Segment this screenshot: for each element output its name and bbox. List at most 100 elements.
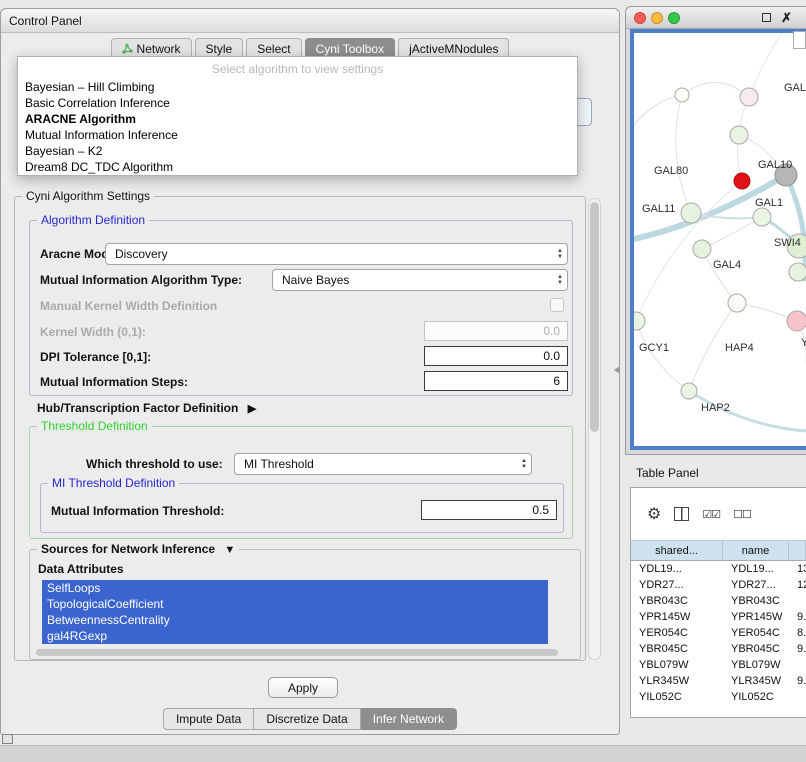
table-cell: YDR27... xyxy=(723,579,789,591)
network-node[interactable] xyxy=(740,88,758,106)
table-row[interactable]: YBR043CYBR043C xyxy=(631,593,806,609)
network-node[interactable] xyxy=(734,173,750,189)
network-node[interactable] xyxy=(634,312,645,330)
minimized-window-icon[interactable] xyxy=(2,734,13,744)
cyni-settings-group: Cyni Algorithm Settings Algorithm Defini… xyxy=(14,196,586,661)
threshold-definition-title: Threshold Definition xyxy=(37,419,152,433)
float-window-icon[interactable] xyxy=(762,13,771,22)
which-threshold-value: MI Threshold xyxy=(244,457,314,471)
table-row[interactable]: YIL052CYIL052C xyxy=(631,689,806,705)
table-row[interactable]: YBL079WYBL079W xyxy=(631,657,806,673)
bottom-tab-impute-data[interactable]: Impute Data xyxy=(163,708,254,730)
bottom-tab-infer-network[interactable]: Infer Network xyxy=(361,708,457,730)
network-node[interactable] xyxy=(787,311,806,331)
apply-button[interactable]: Apply xyxy=(268,677,338,698)
attribute-item[interactable]: BetweennessCentrality xyxy=(42,612,548,628)
mi-threshold-group: MI Threshold Definition Mutual Informati… xyxy=(40,483,564,533)
attribute-item[interactable]: TopologicalCoefficient xyxy=(42,596,548,612)
column-header[interactable]: shared... xyxy=(631,541,723,560)
manual-kernel-checkbox[interactable] xyxy=(550,298,564,312)
mi-threshold-field[interactable]: 0.5 xyxy=(421,500,557,520)
network-node[interactable] xyxy=(675,88,689,102)
column-header[interactable]: name xyxy=(723,541,789,560)
dpi-tolerance-field[interactable]: 0.0 xyxy=(424,346,568,366)
close-window-icon[interactable]: ✗ xyxy=(781,12,792,24)
network-edge[interactable] xyxy=(636,321,689,391)
combo-stepper-icon xyxy=(557,248,563,260)
network-edge[interactable] xyxy=(676,95,691,213)
aracne-mode-combo[interactable]: Discovery xyxy=(105,243,568,265)
attribute-item[interactable]: SelfLoops xyxy=(42,580,548,596)
table-row[interactable]: YBR045CYBR045C9. xyxy=(631,641,806,657)
algorithm-option[interactable]: Mutual Information Inference xyxy=(18,127,577,143)
deselect-all-rows-icon[interactable]: ☐☐ xyxy=(733,508,751,521)
table-cell: 8. xyxy=(789,627,806,639)
table-row[interactable]: YPR145WYPR145W9. xyxy=(631,609,806,625)
table-row[interactable]: YER054CYER054C8. xyxy=(631,625,806,641)
network-node[interactable] xyxy=(693,240,711,258)
network-node[interactable] xyxy=(728,294,746,312)
horizontal-scrollbar[interactable] xyxy=(34,648,578,657)
table-panel-title: Table Panel xyxy=(636,466,699,480)
table-row[interactable]: YDL19...YDL19...13 xyxy=(631,561,806,577)
attribute-item[interactable]: gal4RGexp xyxy=(42,628,548,644)
table-cell: YBR045C xyxy=(723,643,789,655)
table-cell: YER054C xyxy=(631,627,723,639)
table-row[interactable]: YLR345WYLR345W9. xyxy=(631,673,806,689)
table-cell: YIL052C xyxy=(631,691,723,703)
manual-kernel-label: Manual Kernel Width Definition xyxy=(40,299,217,314)
table-cell: YLR345W xyxy=(723,675,789,687)
algorithm-option[interactable]: Dream8 DC_TDC Algorithm xyxy=(18,159,577,175)
control-panel-window: Control Panel NetworkStyleSelectCyni Too… xyxy=(0,8,620,735)
settings-vertical-scrollbar[interactable] xyxy=(588,198,601,660)
table-cell: YBR043C xyxy=(723,595,789,607)
network-node[interactable] xyxy=(789,263,806,281)
network-edge[interactable] xyxy=(634,95,682,125)
table-cell: YBR045C xyxy=(631,643,723,655)
zoom-traffic-light[interactable] xyxy=(668,12,680,24)
which-threshold-combo[interactable]: MI Threshold xyxy=(234,453,532,475)
algorithm-option[interactable]: Bayesian – Hill Climbing xyxy=(18,79,577,95)
hub-section-toggle[interactable]: Hub/Transcription Factor Definition ▶ xyxy=(37,401,256,415)
network-edge[interactable] xyxy=(749,33,782,97)
horizontal-scrollbar-thumb[interactable] xyxy=(36,649,558,656)
close-traffic-light[interactable] xyxy=(634,12,646,24)
network-scroll-corner[interactable] xyxy=(793,31,806,49)
network-node[interactable] xyxy=(681,383,697,399)
network-node[interactable] xyxy=(730,126,748,144)
kernel-width-label: Kernel Width (0,1): xyxy=(40,325,146,340)
status-bar xyxy=(0,745,806,762)
dpi-tolerance-label: DPI Tolerance [0,1]: xyxy=(40,350,151,365)
gear-icon[interactable]: ⚙ xyxy=(647,504,661,524)
bottom-tab-discretize-data[interactable]: Discretize Data xyxy=(254,708,360,730)
settings-scrollbar-thumb[interactable] xyxy=(590,202,599,432)
network-node[interactable] xyxy=(753,208,771,226)
sources-title: Sources for Network Inference xyxy=(41,542,215,556)
network-edge[interactable] xyxy=(682,82,749,97)
algorithm-option[interactable]: ARACNE Algorithm xyxy=(18,111,577,127)
panel-collapse-arrow-icon[interactable] xyxy=(614,366,620,374)
algorithm-option[interactable]: Bayesian – K2 xyxy=(18,143,577,159)
kernel-width-field[interactable]: 0.0 xyxy=(424,321,568,341)
network-node[interactable] xyxy=(681,203,701,223)
mi-type-value: Naive Bayes xyxy=(282,273,349,287)
sources-section-toggle[interactable]: Sources for Network Inference ▼ xyxy=(37,542,239,556)
select-all-rows-icon[interactable]: ☑☑ xyxy=(702,508,720,521)
network-edge[interactable] xyxy=(702,217,762,249)
mi-steps-field[interactable]: 6 xyxy=(424,371,568,391)
algorithm-option[interactable]: Basic Correlation Inference xyxy=(18,95,577,111)
table-cell: YDL19... xyxy=(631,563,723,575)
sources-group: Sources for Network Inference ▼ Data Att… xyxy=(29,549,581,660)
network-edge[interactable] xyxy=(636,181,742,321)
minimize-traffic-light[interactable] xyxy=(651,12,663,24)
mi-type-combo[interactable]: Naive Bayes xyxy=(272,269,568,291)
network-canvas[interactable]: GAL80GAL10GAL11GAL1SWI4GAL4GCY1HAP4HAP2G… xyxy=(634,33,806,446)
mi-steps-label: Mutual Information Steps: xyxy=(40,375,188,390)
expanded-arrow-icon: ▼ xyxy=(224,544,235,556)
columns-icon[interactable] xyxy=(674,507,689,521)
network-edge[interactable] xyxy=(702,249,737,303)
node-label: SWI4 xyxy=(774,237,801,249)
table-cell: 9. xyxy=(789,675,806,687)
column-header[interactable] xyxy=(789,541,806,560)
table-row[interactable]: YDR27...YDR27...12 xyxy=(631,577,806,593)
